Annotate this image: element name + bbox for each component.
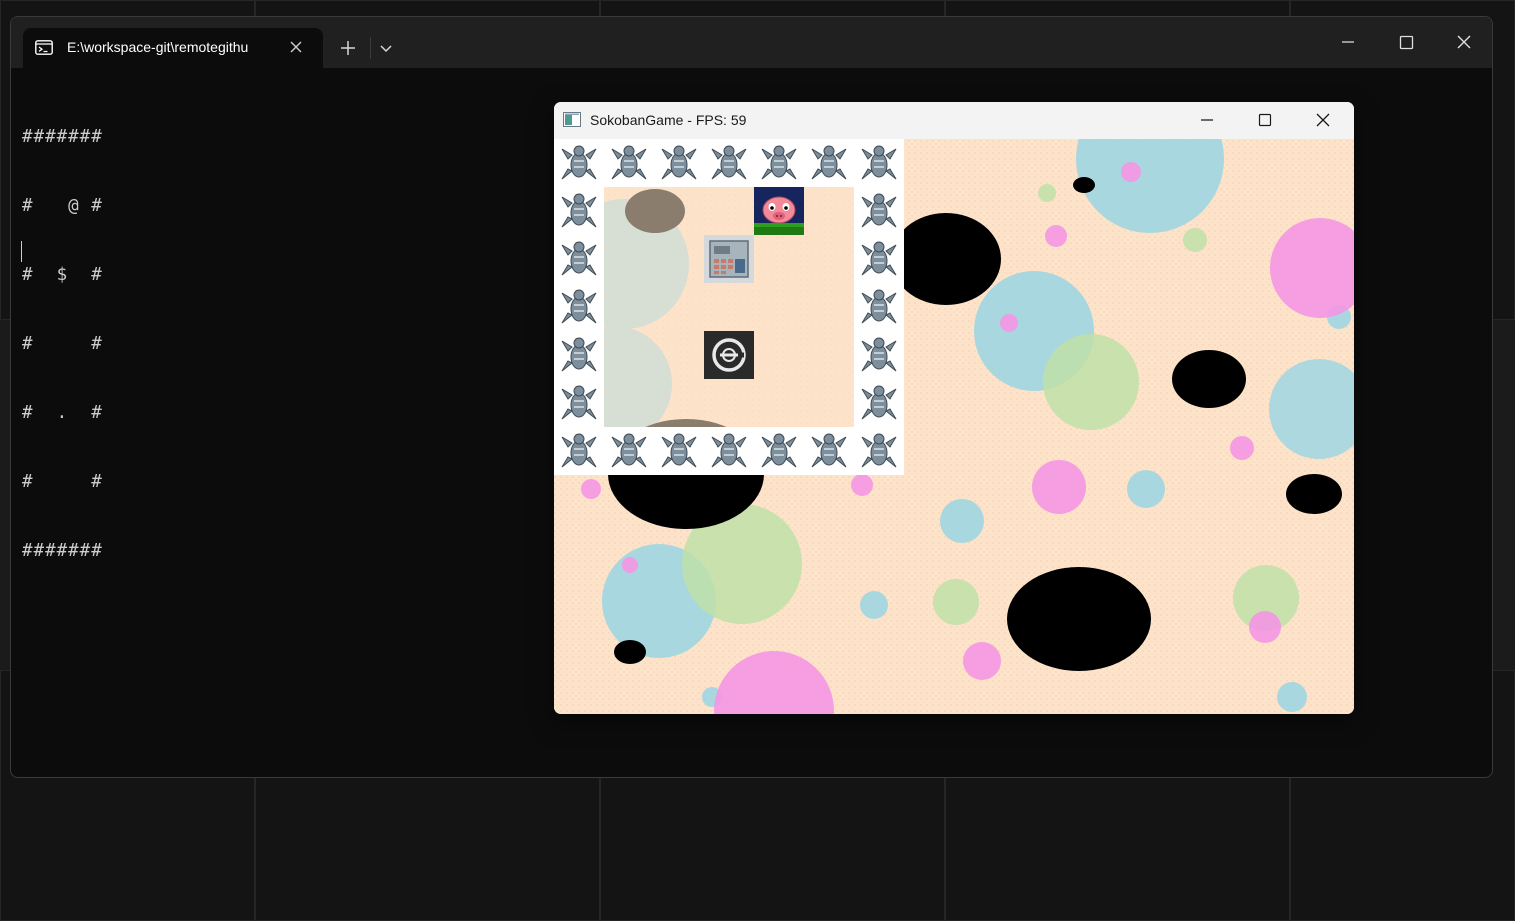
floor-tile <box>754 235 804 283</box>
wall-tile <box>554 331 604 379</box>
floor-tile <box>604 379 654 427</box>
minimize-icon[interactable] <box>1184 106 1230 136</box>
floor-tile <box>704 379 754 427</box>
terminal-titlebar[interactable]: E:\workspace-git\remotegithu <box>11 17 1492 68</box>
wall-tile <box>554 379 604 427</box>
maximize-icon[interactable] <box>1242 106 1288 136</box>
wall-tile <box>554 283 604 331</box>
floor-tile <box>754 331 804 379</box>
wall-tile <box>654 139 704 187</box>
wall-tile <box>854 379 904 427</box>
floor-tile <box>804 283 854 331</box>
goal-tile <box>704 331 754 379</box>
console-output[interactable]: ####### # @ # # $ # # # # . # # # ######… <box>22 80 103 609</box>
wall-tile <box>554 427 604 475</box>
wall-tile <box>804 139 854 187</box>
sokoban-board[interactable] <box>554 139 904 475</box>
wall-tile <box>554 235 604 283</box>
floor-tile <box>654 379 704 427</box>
floor-tile <box>804 235 854 283</box>
game-window: SokobanGame - FPS: 59 <box>554 102 1354 714</box>
floor-tile <box>704 187 754 235</box>
terminal-tab-title: E:\workspace-git\remotegithu <box>67 39 249 55</box>
floor-tile <box>804 187 854 235</box>
app-window-icon <box>563 112 581 127</box>
wall-tile <box>854 139 904 187</box>
floor-tile <box>654 187 704 235</box>
tab-close-icon[interactable] <box>287 38 305 56</box>
wall-tile <box>654 427 704 475</box>
terminal-icon <box>35 40 53 55</box>
game-window-title: SokobanGame - FPS: 59 <box>590 112 747 128</box>
close-icon[interactable] <box>1441 27 1487 57</box>
floor-tile <box>604 235 654 283</box>
wall-tile <box>754 427 804 475</box>
floor-tile <box>604 331 654 379</box>
console-line: # . # <box>22 403 103 423</box>
console-line: # $ # <box>22 265 103 285</box>
wall-tile <box>854 187 904 235</box>
floor-tile <box>804 331 854 379</box>
wall-tile <box>604 139 654 187</box>
maximize-icon[interactable] <box>1383 27 1429 57</box>
game-canvas[interactable] <box>554 102 1354 714</box>
wall-tile <box>754 139 804 187</box>
wall-tile <box>554 139 604 187</box>
floor-tile <box>654 331 704 379</box>
wall-tile <box>854 427 904 475</box>
box-tile <box>704 235 754 283</box>
text-cursor <box>21 241 22 262</box>
wall-tile <box>854 283 904 331</box>
game-titlebar[interactable]: SokobanGame - FPS: 59 <box>554 102 1354 139</box>
new-tab-button[interactable] <box>337 37 359 59</box>
close-icon[interactable] <box>1300 106 1346 136</box>
floor-tile <box>804 379 854 427</box>
wall-tile <box>854 331 904 379</box>
terminal-tab[interactable]: E:\workspace-git\remotegithu <box>23 28 323 68</box>
wall-tile <box>554 187 604 235</box>
wall-tile <box>804 427 854 475</box>
console-line: ####### <box>22 541 103 561</box>
wall-tile <box>604 427 654 475</box>
floor-tile <box>754 379 804 427</box>
console-line: ####### <box>22 127 103 147</box>
floor-tile <box>604 187 654 235</box>
console-line: # # <box>22 334 103 354</box>
floor-tile <box>654 283 704 331</box>
floor-tile <box>704 283 754 331</box>
floor-tile <box>754 283 804 331</box>
console-line: # @ # <box>22 196 103 216</box>
minimize-icon[interactable] <box>1325 27 1371 57</box>
wall-tile <box>704 139 754 187</box>
chevron-down-icon[interactable] <box>375 37 397 59</box>
player-tile <box>754 187 804 235</box>
floor-tile <box>604 283 654 331</box>
wall-tile <box>854 235 904 283</box>
floor-tile <box>654 235 704 283</box>
console-line: # # <box>22 472 103 492</box>
wall-tile <box>704 427 754 475</box>
tab-divider <box>370 37 371 59</box>
